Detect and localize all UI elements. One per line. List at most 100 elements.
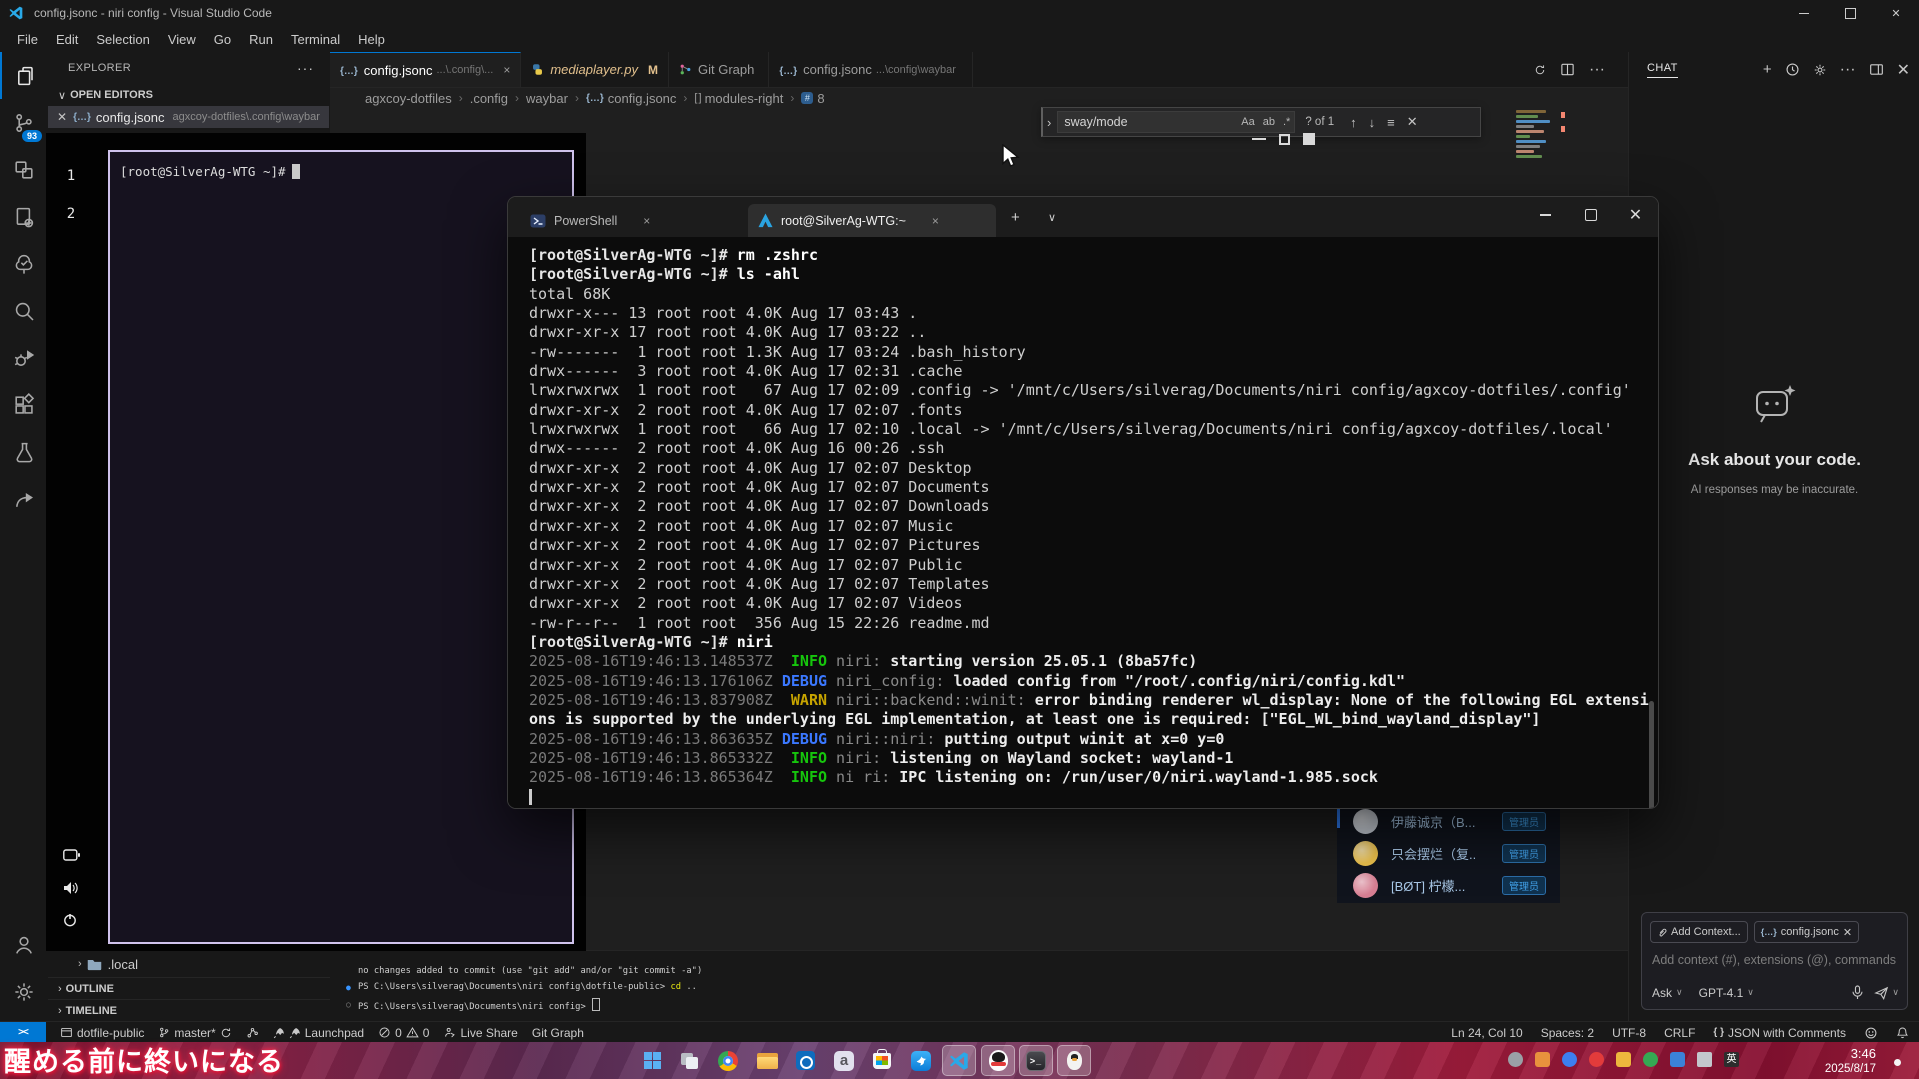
tray-icon-green[interactable] bbox=[1643, 1052, 1658, 1067]
qq-member-row[interactable]: 只会摆烂（复...管理员 bbox=[1337, 838, 1560, 869]
status-right-item-2[interactable]: UTF-8 bbox=[1612, 1026, 1646, 1040]
overlay-minimize-icon[interactable] bbox=[1252, 138, 1266, 141]
activitybar-settings-gear[interactable] bbox=[0, 968, 48, 1015]
activitybar-explorer[interactable] bbox=[0, 52, 50, 99]
terminal-content[interactable]: [root@SilverAg-WTG ~]# rm .zshrc[root@Si… bbox=[508, 237, 1658, 809]
status-right-item-4[interactable]: { }JSON with Comments bbox=[1713, 1026, 1846, 1040]
chat-input-box[interactable]: Add Context... {…} config.jsonc ✕ Add co… bbox=[1641, 912, 1908, 1010]
activitybar-search[interactable] bbox=[0, 287, 48, 334]
overlay-restore-icon[interactable] bbox=[1279, 134, 1290, 145]
gear-icon[interactable] bbox=[1813, 63, 1827, 77]
microphone-icon[interactable] bbox=[1851, 985, 1864, 1000]
tray-icon-blue[interactable] bbox=[1562, 1052, 1577, 1067]
split-editor-icon[interactable] bbox=[1560, 62, 1575, 77]
activitybar-live-share[interactable] bbox=[0, 475, 48, 522]
qq-member-row[interactable]: [BØT] 柠檬...管理员 bbox=[1337, 870, 1560, 901]
match-case-toggle[interactable]: Aa bbox=[1237, 116, 1258, 128]
editor-tab-2-git-graph[interactable]: Git Graph bbox=[669, 52, 769, 87]
windows-terminal-window[interactable]: PowerShell × root@SilverAg-WTG:~ × + ∨ ✕… bbox=[507, 196, 1659, 809]
minimize-button[interactable] bbox=[1781, 0, 1827, 26]
tray-icon-printer[interactable] bbox=[1697, 1052, 1712, 1067]
taskbar-app-vscode[interactable] bbox=[942, 1045, 976, 1076]
editor-tab-0-config-jsonc[interactable]: {…}config.jsonc...\.config\...× bbox=[330, 52, 521, 87]
tray-icon-yellow[interactable] bbox=[1616, 1052, 1631, 1067]
waybar-power-icon[interactable] bbox=[63, 913, 77, 927]
status-left-item-3[interactable]: Launchpad bbox=[273, 1026, 364, 1040]
waybar-workspace-1[interactable]: 1 bbox=[46, 168, 96, 184]
find-expand-icon[interactable]: › bbox=[1047, 115, 1051, 130]
mode-selector[interactable]: Ask∨ bbox=[1652, 986, 1683, 1000]
maximize-button[interactable] bbox=[1827, 0, 1873, 26]
taskbar-app-chrome[interactable] bbox=[711, 1045, 745, 1076]
context-chip-config-jsonc[interactable]: {…} config.jsonc ✕ bbox=[1754, 921, 1859, 943]
tray-icon-shield[interactable] bbox=[1670, 1052, 1685, 1067]
niri-session-window[interactable]: 1 2 [root@SilverAg-WTG ~]# bbox=[46, 133, 586, 951]
menu-run[interactable]: Run bbox=[240, 29, 282, 50]
waybar-volume-icon[interactable] bbox=[63, 881, 79, 895]
tray-icon-circle[interactable] bbox=[1508, 1052, 1523, 1067]
taskbar-app-task-view[interactable] bbox=[673, 1045, 707, 1076]
sidebar-more-icon[interactable]: ··· bbox=[297, 60, 314, 76]
chat-input-placeholder[interactable]: Add context (#), extensions (@), command… bbox=[1652, 953, 1902, 967]
next-match-icon[interactable]: ↓ bbox=[1369, 115, 1376, 130]
niri-terminal-window[interactable]: [root@SilverAg-WTG ~]# bbox=[108, 150, 574, 944]
status-left-item-6[interactable]: Git Graph bbox=[532, 1026, 584, 1040]
breadcrumb-8[interactable]: #8 bbox=[801, 91, 824, 106]
open-editor-item[interactable]: ✕ {…} config.jsonc agxcoy-dotfiles\.conf… bbox=[48, 106, 329, 128]
activitybar-source-control[interactable]: 93 bbox=[0, 99, 48, 146]
whole-word-toggle[interactable]: ab bbox=[1259, 116, 1279, 128]
tray-icon-orange[interactable] bbox=[1535, 1052, 1550, 1067]
terminal-close-button[interactable]: ✕ bbox=[1613, 197, 1658, 233]
terminal-minimize-button[interactable] bbox=[1523, 197, 1568, 233]
taskbar-app-outlook[interactable] bbox=[788, 1045, 822, 1076]
editor-tab-1-mediaplayer-py[interactable]: mediaplayer.pyM bbox=[521, 52, 669, 87]
add-context-button[interactable]: Add Context... bbox=[1650, 921, 1748, 943]
close-panel-icon[interactable]: ✕ bbox=[1897, 60, 1910, 80]
taskbar-app-terminal[interactable]: >_ bbox=[1019, 1045, 1053, 1076]
tab-root-silverag[interactable]: root@SilverAg-WTG:~ × bbox=[748, 204, 996, 237]
breadcrumb-agxcoy-dotfiles[interactable]: agxcoy-dotfiles bbox=[365, 91, 452, 106]
waybar-battery-icon[interactable] bbox=[63, 849, 80, 861]
tab-chat[interactable]: CHAT bbox=[1647, 62, 1678, 78]
menu-selection[interactable]: Selection bbox=[87, 29, 158, 50]
menu-terminal[interactable]: Terminal bbox=[282, 29, 349, 50]
qq-member-row[interactable]: 伊藤诚京（B...管理员 bbox=[1337, 806, 1560, 837]
menu-file[interactable]: File bbox=[8, 29, 47, 50]
taskbar-app-ms-store[interactable] bbox=[865, 1045, 899, 1076]
activitybar-testing-beaker[interactable] bbox=[0, 428, 48, 475]
tray-icon-ime[interactable]: 英 bbox=[1724, 1052, 1739, 1067]
status-left-item-1[interactable]: master* bbox=[158, 1026, 231, 1040]
outline-section[interactable]: › OUTLINE bbox=[48, 977, 330, 1000]
close-button[interactable]: ✕ bbox=[1873, 0, 1919, 26]
integrated-terminal-panel[interactable]: no changes added to commit (use "git add… bbox=[330, 950, 1628, 1022]
remove-context-icon[interactable]: ✕ bbox=[1843, 926, 1852, 939]
new-chat-icon[interactable]: + bbox=[1763, 61, 1772, 78]
terminal-maximize-button[interactable] bbox=[1568, 197, 1613, 233]
activitybar-run-debug[interactable] bbox=[0, 334, 48, 381]
tab-powershell[interactable]: PowerShell × bbox=[520, 204, 740, 237]
previous-match-icon[interactable]: ↑ bbox=[1350, 115, 1357, 130]
timeline-section[interactable]: › TIMELINE bbox=[48, 999, 330, 1022]
overlay-maximize-icon[interactable] bbox=[1303, 133, 1315, 145]
activitybar-extensions[interactable] bbox=[0, 381, 48, 428]
status-left-item-4[interactable]: 00 bbox=[378, 1026, 429, 1040]
activitybar-run-config[interactable] bbox=[0, 193, 48, 240]
activitybar-test-tree[interactable] bbox=[0, 240, 48, 287]
find-in-selection-icon[interactable]: ≡ bbox=[1387, 115, 1395, 130]
breadcrumb-modules-right[interactable]: [ ]modules-right bbox=[694, 91, 783, 106]
taskbar-app-bird-app[interactable] bbox=[904, 1045, 938, 1076]
new-tab-button[interactable]: + bbox=[1011, 209, 1020, 226]
activitybar-references[interactable] bbox=[0, 146, 48, 193]
find-input[interactable]: sway/mode Aa ab .* bbox=[1057, 111, 1295, 133]
history-icon[interactable] bbox=[1785, 62, 1800, 77]
menu-view[interactable]: View bbox=[159, 29, 205, 50]
close-tab-icon[interactable]: × bbox=[643, 214, 650, 228]
activitybar-account[interactable] bbox=[0, 921, 48, 968]
taskbar-app-qq[interactable] bbox=[981, 1045, 1015, 1076]
taskbar-app-linux-app[interactable] bbox=[1057, 1045, 1091, 1076]
tab-dropdown-icon[interactable]: ∨ bbox=[1048, 211, 1056, 224]
tray-icon-red[interactable] bbox=[1589, 1052, 1604, 1067]
send-button[interactable]: ∨ bbox=[1874, 986, 1899, 1000]
status-right-item-0[interactable]: Ln 24, Col 10 bbox=[1451, 1026, 1522, 1040]
model-selector[interactable]: GPT-4.1∨ bbox=[1699, 986, 1754, 1000]
